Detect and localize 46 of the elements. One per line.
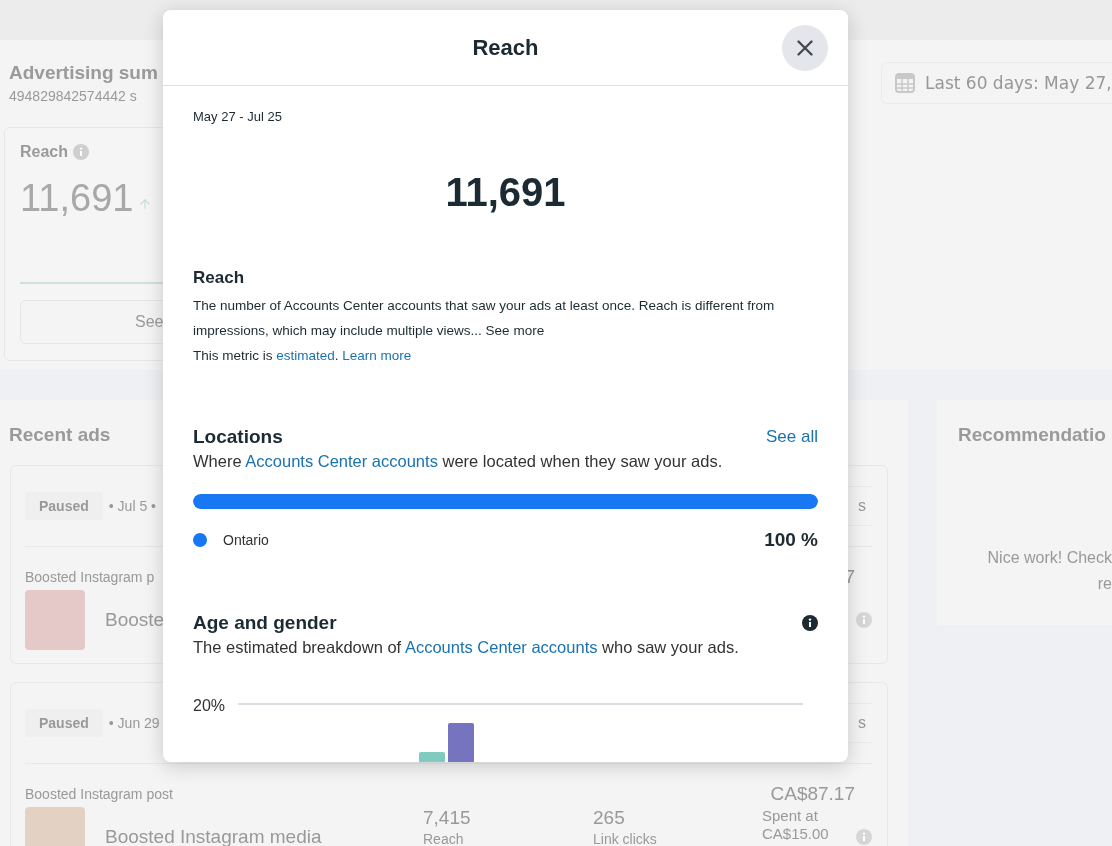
info-icon[interactable] — [802, 615, 818, 631]
ad-type: Boosted Instagram post — [25, 785, 174, 804]
see-more-link[interactable]: See more — [485, 323, 545, 338]
account-id: 494829842574442 s — [9, 87, 137, 106]
learn-more-link[interactable]: Learn more — [342, 348, 412, 363]
estimated-link[interactable]: estimated — [276, 348, 335, 363]
section-description: The estimated breakdown of Accounts Center accounts who saw your ads. — [193, 637, 740, 658]
axis-label: 20% — [193, 696, 227, 716]
see-all-link[interactable]: See all — [766, 427, 818, 447]
reach-total: 11,691 — [444, 169, 567, 216]
section-title: Locations — [193, 425, 283, 449]
ad-date: • Jul 5 • — [108, 498, 156, 514]
spend-value: CA$87.17 — [769, 784, 855, 804]
page-title: Advertising sum — [9, 61, 158, 85]
reach-value: 11,691 — [20, 176, 134, 220]
calendar-icon — [895, 73, 915, 93]
location-share: 100 % — [764, 529, 818, 551]
spend-note: Spent at CA$15.00 — [762, 807, 830, 843]
close-button[interactable] — [782, 24, 828, 71]
date-range: May 27 - Jul 25 — [193, 108, 283, 126]
section-title: Recent ads — [9, 423, 111, 447]
section-title: Recommendatio — [958, 423, 1106, 447]
recommendation-text: Nice work! Check — [987, 548, 1112, 568]
dialog-title: Reach — [472, 34, 539, 61]
metric-label: Link clicks — [593, 830, 658, 846]
photo-placeholder — [25, 590, 85, 650]
accounts-center-link[interactable]: Accounts Center accounts — [245, 452, 438, 470]
card-label: Reach — [20, 142, 69, 162]
metric-label: Reach — [423, 830, 465, 846]
status-badge: Paused — [25, 709, 103, 737]
location-name: Ontario — [223, 532, 269, 548]
metric-value: 265 — [593, 807, 626, 829]
ad-type: Boosted Instagram p — [25, 568, 156, 587]
recommendation-text: re — [1097, 574, 1112, 594]
chart-bar — [448, 723, 474, 762]
estimate-note: This metric is estimated. Learn more — [193, 347, 413, 365]
metric-title: Reach — [193, 267, 245, 289]
accounts-center-link[interactable]: Accounts Center accounts — [404, 638, 598, 656]
reach-description: The number of Accounts Center accounts that saw your ads at least once. Reach is different from impressions, which may include multiple views... See more — [193, 297, 776, 340]
chart-bar — [419, 752, 445, 762]
metric-value: 7,415 — [423, 807, 472, 829]
status-badge: Paused — [25, 492, 103, 520]
date-range-button[interactable]: Last 60 days: May 27, — [881, 62, 1112, 104]
section-title: Age and gender — [193, 611, 337, 635]
section-description: Where Accounts Center accounts were located when they saw your ads. — [193, 451, 724, 472]
ad-date: • Jun 29 — [108, 715, 160, 731]
